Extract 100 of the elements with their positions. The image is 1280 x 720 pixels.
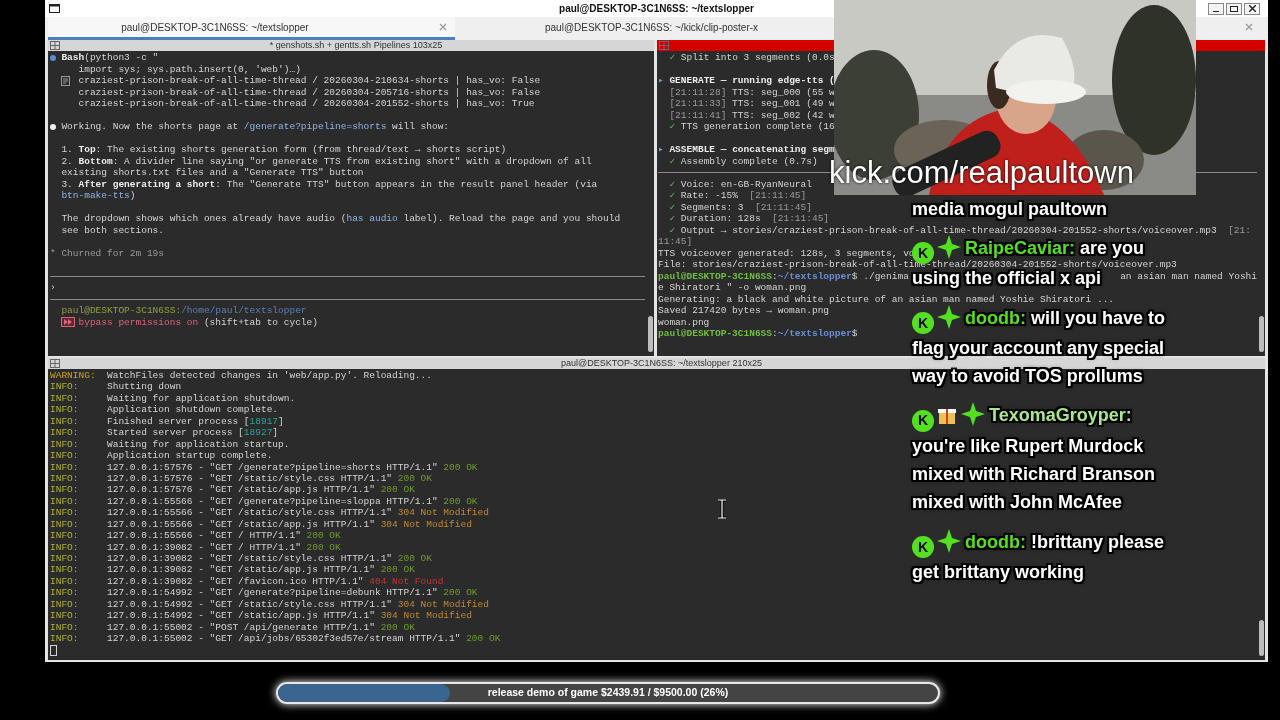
log-message: 127.0.0.1:54992 - "GET /static/style.css HTTP/1.1" 304 Not Modified [107, 598, 489, 611]
log-message: 127.0.0.1:55566 - "GET / HTTP/1.1" 200 OK [107, 530, 341, 542]
terminal-line: 11:45] [658, 236, 693, 248]
terminal-line: import sys; sys.path.insert(0, 'web')…) [77, 63, 301, 75]
terminal-line: bypass permissions on (shift+tab to cycle) [78, 316, 318, 328]
log-level: INFO: [50, 575, 80, 588]
log-level: INFO: [50, 507, 80, 519]
terminal-line: craziest-prison-break-of-all-time-thread / 20260304-201552-shorts | has_vo: True [77, 98, 535, 110]
log-message: 127.0.0.1:55002 - "POST /api/generate HTTP/1.1" 200 OK [107, 621, 415, 634]
terminal-line: ▸ ASSEMBLE — concatenating segm [658, 144, 835, 156]
log-message: 127.0.0.1:54992 - "GET /generate?pipeline=debunk HTTP/1.1" 200 OK [107, 587, 478, 599]
scrollbar-thumb[interactable] [1259, 620, 1264, 656]
log-level: INFO: [50, 450, 80, 462]
log-message: 127.0.0.1:39082 - "GET / HTTP/1.1" 200 OK [107, 541, 341, 553]
terminal-tab[interactable]: paul@DESKTOP-3C1N6SS: ~/textslopper [48, 17, 455, 40]
terminal-line: an asian man named Yoshi [1120, 270, 1257, 282]
terminal-line: craziest-prison-break-of-all-time-thread / 20260304-205716-shorts | has_vo: False [77, 86, 541, 98]
split-icon[interactable] [50, 359, 60, 368]
terminal-line: ✓ Duration: 128s [21:11:45] [668, 213, 830, 225]
terminal-line: ✓ Segments: 3 [21:11:45] [668, 201, 812, 213]
terminal-line: ✓ Voice: en-GB-RyanNeural [668, 178, 812, 190]
log-level: INFO: [50, 438, 80, 451]
log-message: 127.0.0.1:55002 - "GET /api/jobs/65302f3ed57e/stream HTTP/1.1" 200 OK [107, 633, 501, 645]
log-level: INFO: [50, 495, 80, 508]
log-message: Application startup complete. [107, 450, 273, 462]
terminal-line: btn-make-tts) [61, 190, 136, 202]
terminal-line: woman.png [658, 316, 710, 328]
log-level: INFO: [50, 610, 80, 622]
maximize-button[interactable] [1226, 2, 1242, 15]
sparkle-icon [937, 235, 961, 260]
log-message: Finished server process [18917] [107, 415, 284, 428]
chat-message: K TexomaGroyper: you're like Rupert Murdock mixed with Richard Branson mixed with John McAfee [912, 401, 1182, 517]
terminal-line: The dropdown shows which ones already have audio (has audio label). Reload the page and you should [61, 213, 621, 225]
terminal-line: paul@DESKTOP-3C1N6SS:~/textslopper$ [658, 328, 858, 340]
scrollbar-thumb[interactable] [648, 316, 653, 352]
window-title: paul@DESKTOP-3C1N6SS: ~/textslopper [559, 2, 754, 16]
log-message: 127.0.0.1:55566 - "GET /static/style.css HTTP/1.1" 304 Not Modified [107, 507, 489, 519]
close-button[interactable] [1244, 2, 1260, 15]
log-level: INFO: [50, 484, 80, 496]
sparkle-icon [937, 304, 961, 329]
scrollbar-thumb[interactable] [1259, 316, 1264, 352]
terminal-line: ▸ GENERATE — running edge-tts ( [658, 75, 835, 87]
log-level: WARNING: [50, 370, 97, 382]
prompt-input[interactable]: › [50, 282, 56, 294]
window-icon[interactable] [49, 4, 60, 13]
stream-url: kick.com/realpaultown [829, 157, 1134, 188]
log-level: INFO: [50, 381, 80, 393]
log-message: Started server process [18927] [107, 427, 279, 439]
terminal-line: ✓ Rate: -15% [21:11:45] [668, 190, 807, 202]
terminal-line: ✓ Split into 3 segments (0.0s [668, 52, 835, 64]
log-message: Application shutdown complete. [107, 404, 279, 416]
log-level: INFO: [50, 587, 80, 599]
close-icon[interactable] [439, 23, 447, 31]
close-icon [1248, 5, 1256, 12]
result-icon [61, 75, 71, 86]
tab-label: paul@DESKTOP-3C1N6SS: ~/textslopper [121, 20, 309, 35]
close-icon[interactable] [1245, 23, 1253, 31]
terminal-line: File: stories/craziest-prison-break-of-all-time-thread/20260304-201552-shorts/voiceover.mp3 [658, 259, 1177, 271]
log-level: INFO: [50, 564, 80, 576]
pane-title: paul@DESKTOP-3C1N6SS: ~/textslopper 210x25 [561, 359, 762, 368]
terminal-line: Churned for 2m 19s [61, 247, 164, 259]
log-level: INFO: [50, 598, 80, 611]
log-message: 127.0.0.1:55566 - "GET /generate?pipeline=sloppa HTTP/1.1" 200 OK [107, 495, 478, 508]
terminal-line: see both sections. [61, 224, 164, 236]
log-message: WatchFiles detected changes in 'web/app.py'. Reloading... [107, 370, 432, 382]
log-level: INFO: [50, 553, 80, 565]
log-message: 127.0.0.1:39082 - "GET /static/style.css HTTP/1.1" 200 OK [107, 553, 432, 565]
log-level: INFO: [50, 404, 80, 416]
terminal-line: paul@DESKTOP-3C1N6SS:/home/paul/textslopper [61, 305, 307, 317]
terminal-line: 1. Top: The existing shorts generation form (from thread/text → shorts script) [61, 144, 507, 156]
goal-label: release demo of game $2439.91 / $9500.00 (26%) [487, 685, 729, 701]
split-icon[interactable] [50, 41, 60, 50]
log-level: INFO: [50, 427, 80, 439]
pane-title: * genshots.sh + gentts.sh Pipelines 103x25 [269, 41, 443, 50]
terminal-line: craziest-prison-break-of-all-time-thread / 20260304-210634-shorts | has_vo: False [78, 75, 541, 87]
chat-message: media mogul paultown [912, 198, 1108, 221]
log-level: INFO: [50, 633, 80, 645]
log-level: INFO: [50, 415, 80, 428]
log-message: Waiting for application shutdown. [107, 392, 296, 405]
spinner-glyph: * [50, 247, 56, 259]
sparkle-icon [961, 402, 985, 427]
terminal-line: 2. Bottom: A divider line saying "or generate TTS from existing short" with a dropdown of all [61, 155, 592, 167]
terminal-line: e Shiratori " -o woman.png [658, 282, 807, 294]
terminal-line: 3. After generating a short: The "Generate TTS" button appears in the result panel header (via [61, 178, 598, 190]
log-message: 127.0.0.1:54992 - "GET /static/app.js HTTP/1.1" 304 Not Modified [107, 610, 472, 622]
log-message: 127.0.0.1:39082 - "GET /favicon.ico HTTP/1.1" 404 Not Found [107, 575, 444, 588]
terminal-line: ✓ Output → stories/craziest-prison-break-of-all-time-thread/20260304-201552-shorts/voiceover.mp3 [21: [668, 224, 1251, 236]
log-level: INFO: [50, 472, 80, 485]
log-message: 127.0.0.1:55566 - "GET /static/app.js HTTP/1.1" 304 Not Modified [107, 518, 472, 531]
terminal-line: Saved 217420 bytes → woman.png [658, 305, 830, 317]
terminal-line: ✓ TTS generation complete (16 [668, 121, 835, 133]
tab-label: paul@DESKTOP-3C1N6SS: ~/kick/clip-poster-x [545, 20, 759, 35]
terminal-line: Bash(python3 -c " [61, 52, 159, 64]
text-cursor-icon [717, 499, 727, 519]
minimize-button[interactable] [1208, 2, 1224, 15]
log-level: INFO: [50, 541, 80, 553]
log-level: INFO: [50, 518, 80, 531]
terminal-line: Working. Now the shorts page at /generate?pipeline=shorts will show: [61, 121, 450, 133]
log-level: INFO: [50, 530, 80, 542]
chat-message: K doodb: !brittany please get brittany working [912, 527, 1182, 586]
